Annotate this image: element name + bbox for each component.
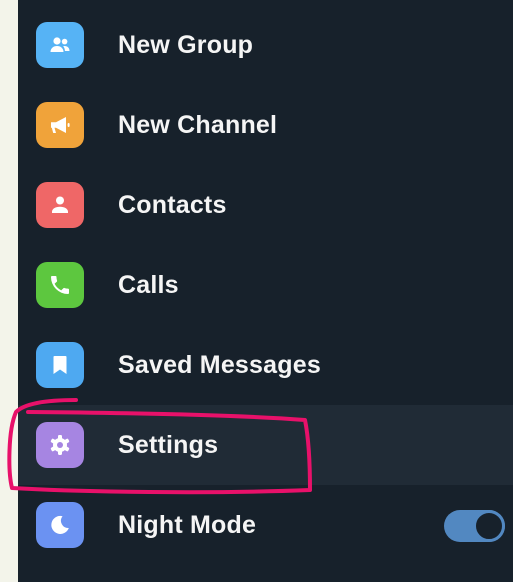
- menu-item-label: Contacts: [118, 191, 227, 219]
- megaphone-icon: [36, 102, 84, 148]
- menu-item-night-mode[interactable]: Night Mode: [18, 485, 513, 565]
- menu-item-new-channel[interactable]: New Channel: [18, 85, 513, 165]
- toggle-knob: [473, 510, 505, 542]
- menu-item-label: Night Mode: [118, 511, 257, 539]
- night-mode-toggle[interactable]: [444, 510, 505, 542]
- menu-item-label: Settings: [118, 431, 219, 459]
- menu-item-settings[interactable]: Settings: [18, 405, 513, 485]
- menu-item-contacts[interactable]: Contacts: [18, 165, 513, 245]
- menu-item-new-group[interactable]: New Group: [18, 5, 513, 85]
- bookmark-icon: [36, 342, 84, 388]
- side-menu: New Group New Channel Contacts Calls Sav…: [18, 0, 513, 582]
- menu-item-saved-messages[interactable]: Saved Messages: [18, 325, 513, 405]
- person-icon: [36, 182, 84, 228]
- gear-icon: [36, 422, 84, 468]
- menu-item-label: New Channel: [118, 111, 278, 139]
- menu-item-calls[interactable]: Calls: [18, 245, 513, 325]
- menu-item-label: Calls: [118, 271, 179, 299]
- group-icon: [36, 22, 84, 68]
- menu-item-label: New Group: [118, 31, 254, 59]
- moon-icon: [36, 502, 84, 548]
- phone-icon: [36, 262, 84, 308]
- menu-item-label: Saved Messages: [118, 351, 321, 379]
